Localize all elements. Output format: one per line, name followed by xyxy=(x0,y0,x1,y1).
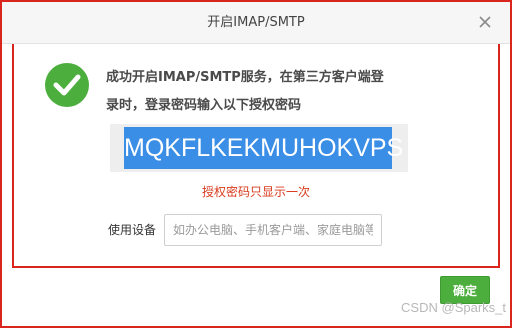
success-message-line-1: 成功开启IMAP/SMTP服务，在第三方客户端登 xyxy=(106,70,384,85)
success-message: 成功开启IMAP/SMTP服务，在第三方客户端登 录时，登录密码输入以下授权密码 xyxy=(106,64,426,120)
watermark: CSDN @Sparks_t xyxy=(401,300,506,315)
success-message-line-2: 录时，登录密码输入以下授权密码 xyxy=(106,98,302,113)
dialog-titlebar: 开启IMAP/SMTP xyxy=(2,2,510,44)
device-label: 使用设备 xyxy=(108,223,157,237)
auth-code[interactable]: MQKFLKEKMUHOKVPS xyxy=(124,127,403,169)
auth-code-notice: 授权密码只显示一次 xyxy=(201,185,310,199)
check-circle-icon xyxy=(44,62,90,108)
dialog-title: 开启IMAP/SMTP xyxy=(207,15,305,30)
device-input[interactable] xyxy=(164,214,382,246)
close-icon[interactable] xyxy=(476,13,494,31)
